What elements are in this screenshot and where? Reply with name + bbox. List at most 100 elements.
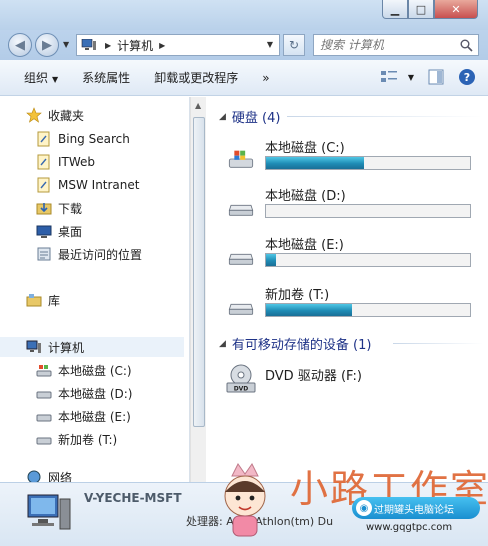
address-dropdown-icon[interactable]: ▼ [267,40,273,49]
breadcrumb-computer[interactable]: 计算机 [117,37,153,54]
drive-d-tile[interactable]: 本地磁盘 (D:) [225,185,475,225]
nav-drive-c[interactable]: 本地磁盘 (C:) [36,360,132,380]
desktop-icon [36,225,52,238]
view-options-icon[interactable] [380,69,398,85]
computer-name: V-YECHE-MSFT [84,491,182,505]
command-bar: 组织 ▼ 系统属性 卸载或更改程序 » ▼ ? [0,60,488,96]
system-properties-button[interactable]: 系统属性 [82,69,130,86]
nav-network-label: 网络 [48,471,73,482]
view-controls: ▼ ? [380,68,476,86]
maximize-button[interactable]: □ [408,0,434,19]
search-icon[interactable] [460,39,473,52]
uninstall-program-button[interactable]: 卸载或更改程序 [154,69,238,86]
preview-pane-icon[interactable] [428,69,444,85]
drive-t-tile[interactable]: 新加卷 (T:) [225,284,475,324]
drive-usage-bar [265,303,471,317]
favorite-link-icon [37,131,50,147]
scroll-up-icon[interactable]: ▲ [195,101,201,110]
computer-icon [27,494,71,530]
drive-usage-bar [265,204,471,218]
nav-network[interactable]: 网络 [26,469,72,482]
nav-favorites[interactable]: 收藏夹 [26,105,84,125]
svg-text:DVD: DVD [234,386,249,393]
drive-name: 本地磁盘 (E:) [265,238,344,253]
navigation-pane: 收藏夹 Bing Search ITWeb MSW Intranet 下载 桌面… [0,97,190,482]
address-bar[interactable]: ▶ 计算机 ▶ ▼ [76,34,280,56]
drive-usage-bar [265,156,471,170]
drive-icon [228,303,254,315]
organize-menu[interactable]: 组织 ▼ [24,69,58,86]
nav-item-itweb[interactable]: ITWeb [36,152,95,172]
organize-label: 组织 [24,71,49,85]
nav-item-bing-search[interactable]: Bing Search [36,129,130,149]
nav-libraries-label: 库 [48,293,61,308]
hard-disks-group-header[interactable]: ◢ 硬盘 (4) [219,107,280,126]
nav-pane-scrollbar[interactable]: ▲ [190,97,206,482]
favorite-link-icon [37,154,50,170]
nav-drive-t[interactable]: 新加卷 (T:) [36,429,117,449]
breadcrumb-chevron-icon[interactable]: ▶ [159,41,165,50]
removable-group-header[interactable]: ◢ 有可移动存储的设备 (1) [219,334,371,353]
view-dropdown-icon[interactable]: ▼ [408,73,414,82]
forward-button[interactable]: ▶ [35,33,59,57]
refresh-button[interactable]: ↻ [283,34,305,56]
network-icon [27,470,41,482]
nav-favorites-label: 收藏夹 [48,108,85,123]
download-folder-icon [36,203,52,215]
collapse-icon[interactable]: ◢ [219,112,226,122]
drive-usage-fill [266,254,277,266]
nav-item-label: MSW Intranet [58,178,140,192]
drive-name: 新加卷 (T:) [265,288,330,303]
nav-item-downloads[interactable]: 下载 [36,198,82,218]
computer-icon [81,39,96,50]
nav-drive-e[interactable]: 本地磁盘 (E:) [36,406,131,426]
nav-item-recent-places[interactable]: 最近访问的位置 [36,244,142,264]
star-icon [26,107,42,123]
watermark-badge-label: 过期罐头电脑论坛 [374,504,454,516]
drive-usage-bar [265,253,471,267]
help-icon[interactable]: ? [458,68,476,86]
nav-item-label: Bing Search [58,132,130,146]
back-button[interactable]: ◀ [8,33,32,57]
hard-disks-header-label: 硬盘 (4) [231,111,281,126]
group-divider [287,116,483,117]
watermark-badge: ◉ 过期罐头电脑论坛 [352,497,480,519]
drive-icon [36,414,52,422]
more-commands-button[interactable]: » [262,71,269,85]
favorite-link-icon [37,177,50,193]
recent-pages-dropdown[interactable]: ▼ [63,40,69,49]
nav-item-desktop[interactable]: 桌面 [36,221,82,241]
nav-item-label: 下载 [58,201,83,216]
drive-usage-fill [266,157,364,169]
nav-libraries[interactable]: 库 [26,290,60,310]
drive-name: 本地磁盘 (C:) [265,141,345,156]
drive-icon [228,253,254,265]
nav-item-label: 最近访问的位置 [58,247,143,262]
close-button[interactable]: ✕ [434,0,478,19]
drive-icon [228,204,254,216]
drive-icon [36,391,52,399]
computer-icon [26,340,41,353]
nav-item-label: 新加卷 (T:) [58,432,118,447]
dvd-drive-tile[interactable]: DVD DVD 驱动器 (F:) [225,363,475,403]
breadcrumb-separator-icon[interactable]: ▶ [105,41,111,50]
drive-name: DVD 驱动器 (F:) [265,369,362,384]
nav-item-label: ITWeb [58,155,96,169]
nav-item-label: 本地磁盘 (D:) [58,386,133,401]
drive-c-tile[interactable]: 本地磁盘 (C:) [225,137,475,177]
nav-computer[interactable]: 计算机 [0,337,184,357]
dvd-drive-icon: DVD [226,364,256,393]
collapse-icon[interactable]: ◢ [219,339,226,349]
svg-text:?: ? [464,71,470,84]
nav-drive-d[interactable]: 本地磁盘 (D:) [36,383,132,403]
nav-computer-label: 计算机 [48,340,85,355]
scrollbar-thumb[interactable] [193,117,205,427]
drive-icon [36,437,52,445]
window-controls: ▁ □ ✕ [382,0,478,19]
minimize-button[interactable]: ▁ [382,0,408,19]
search-input[interactable] [313,34,479,56]
library-icon [26,294,42,307]
nav-item-msw-intranet[interactable]: MSW Intranet [36,175,139,195]
drive-e-tile[interactable]: 本地磁盘 (E:) [225,234,475,274]
navigation-bar: ◀ ▶ ▼ ▶ 计算机 ▶ ▼ ↻ [0,30,488,60]
